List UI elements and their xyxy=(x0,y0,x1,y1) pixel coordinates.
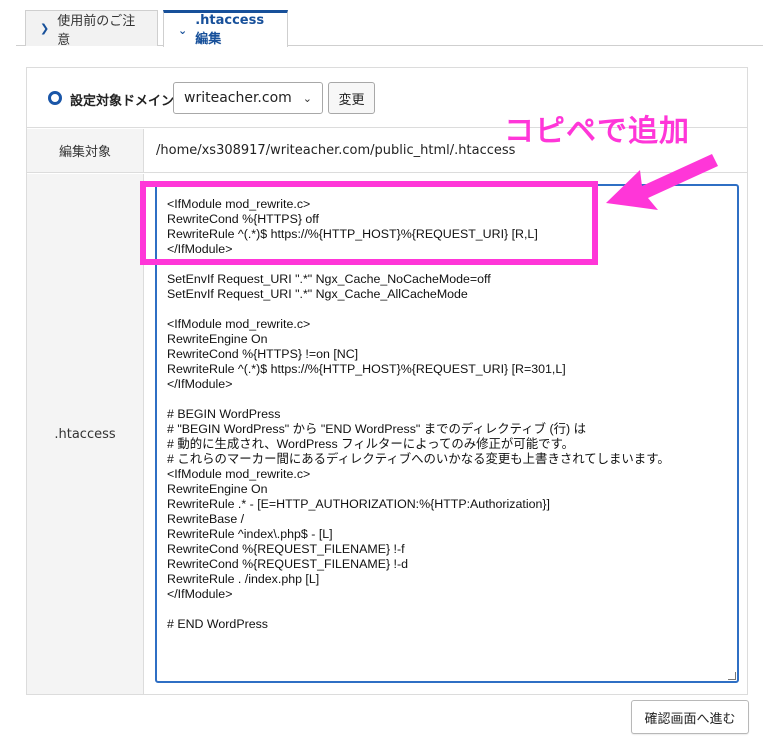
confirm-button[interactable]: 確認画面へ進む xyxy=(631,700,749,734)
code-line: RewriteCond %{REQUEST_FILENAME} !-d xyxy=(167,557,409,571)
chevron-down-icon: ⌄ xyxy=(178,23,188,37)
editor-label: .htaccess xyxy=(27,174,144,694)
domain-select[interactable]: writeacher.com ⌄ xyxy=(173,82,323,114)
code-line: RewriteRule .* - [E=HTTP_AUTHORIZATION:%… xyxy=(167,497,550,511)
code-line: RewriteRule ^(.*)$ https://%{HTTP_HOST}%… xyxy=(167,227,538,241)
code-line: RewriteRule ^(.*)$ https://%{HTTP_HOST}%… xyxy=(167,362,566,376)
code-lines: <IfModule mod_rewrite.c> RewriteCond %{HT… xyxy=(167,197,727,632)
tab-usage-notes[interactable]: ❯ 使用前のご注意 xyxy=(25,10,158,48)
code-line: <IfModule mod_rewrite.c> xyxy=(167,467,311,481)
change-button[interactable]: 変更 xyxy=(328,82,375,114)
target-path: /home/xs308917/writeacher.com/public_htm… xyxy=(156,143,516,158)
code-line: </IfModule> xyxy=(167,377,233,391)
editor-row: .htaccess <IfModule mod_rewrite.c> Rewrit… xyxy=(27,174,747,694)
code-line: # "BEGIN WordPress" から "END WordPress" ま… xyxy=(167,422,586,436)
code-line: # これらのマーカー間にあるディレクティブへのいかなる変更も上書きされてしまいま… xyxy=(167,452,670,466)
code-line: RewriteCond %{HTTPS} !=on [NC] xyxy=(167,347,359,361)
code-line: RewriteCond %{REQUEST_FILENAME} !-f xyxy=(167,542,405,556)
code-line: RewriteRule . /index.php [L] xyxy=(167,572,320,586)
annotation-text: コピペで追加 xyxy=(504,114,690,149)
resize-handle-icon[interactable] xyxy=(728,672,736,680)
htaccess-textarea[interactable]: <IfModule mod_rewrite.c> RewriteCond %{HT… xyxy=(155,184,739,683)
tab-htaccess-edit[interactable]: ⌄ .htaccess編集 xyxy=(163,10,288,47)
code-line: RewriteRule ^index\.php$ - [L] xyxy=(167,527,333,541)
target-label: 編集対象 xyxy=(27,129,144,172)
code-line: </IfModule> xyxy=(167,587,233,601)
code-line: <IfModule mod_rewrite.c> xyxy=(167,317,311,331)
code-line: SetEnvIf Request_URI ".*" Ngx_Cache_NoCa… xyxy=(167,272,491,286)
code-line: SetEnvIf Request_URI ".*" Ngx_Cache_AllC… xyxy=(167,287,468,301)
tab-label: 使用前のご注意 xyxy=(57,13,136,48)
chevron-right-icon: ❯ xyxy=(40,22,50,35)
domain-select-value: writeacher.com xyxy=(184,90,292,106)
code-line: RewriteBase / xyxy=(167,512,245,526)
tab-bar: ❯ 使用前のご注意 ⌄ .htaccess編集 xyxy=(0,0,763,48)
chevron-down-icon: ⌄ xyxy=(302,91,312,105)
code-line: </IfModule> xyxy=(167,242,233,256)
code-line: RewriteEngine On xyxy=(167,332,268,346)
code-line: # END WordPress xyxy=(167,617,268,631)
domain-label: 設定対象ドメイン xyxy=(70,94,175,109)
tab-label: .htaccess編集 xyxy=(195,13,265,47)
arrow-icon xyxy=(606,154,718,210)
radio-selected-icon[interactable] xyxy=(48,91,62,105)
code-line: # BEGIN WordPress xyxy=(167,407,281,421)
code-line: # 動的に生成され、WordPress フィルターによってのみ修正が可能です。 xyxy=(167,437,575,451)
code-line: RewriteEngine On xyxy=(167,482,268,496)
